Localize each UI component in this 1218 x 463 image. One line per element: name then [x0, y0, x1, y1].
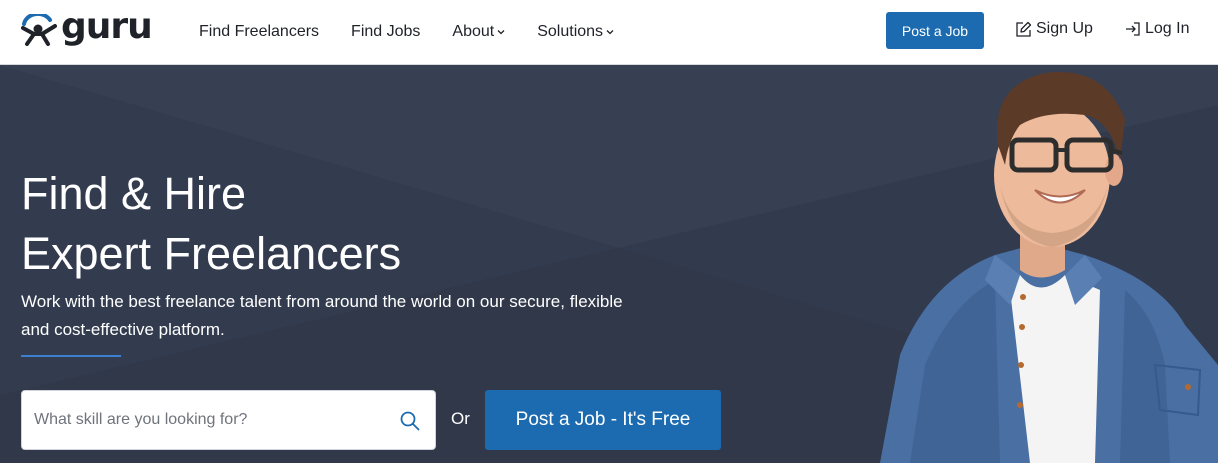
edit-icon [1016, 21, 1032, 37]
nav-label: Find Jobs [351, 23, 421, 40]
sign-up-link[interactable]: Sign Up [1015, 20, 1093, 38]
sign-up-label: Sign Up [1036, 20, 1093, 37]
nav-label: Solutions [537, 23, 604, 40]
hero-title-line1: Find & Hire [21, 168, 247, 219]
login-icon [1126, 22, 1140, 36]
chevron-down-icon [497, 30, 505, 35]
post-job-free-button[interactable]: Post a Job - It's Free [485, 390, 721, 450]
hero-title-line2: Expert Freelancers [21, 228, 402, 279]
guru-logo[interactable]: guru [20, 6, 155, 48]
nav-find-jobs[interactable]: Find Jobs [351, 23, 420, 41]
guru-logo-icon [21, 14, 57, 46]
nav-find-freelancers[interactable]: Find Freelancers [199, 23, 319, 41]
main-nav: Find Freelancers Find Jobs About Solutio… [199, 0, 646, 64]
log-in-link[interactable]: Log In [1125, 20, 1189, 38]
skill-search-box [21, 390, 436, 450]
hero-subtitle: Work with the best freelance talent from… [21, 292, 623, 339]
freelancer-photo [880, 71, 1218, 463]
post-job-button[interactable]: Post a Job [886, 12, 984, 49]
nav-about[interactable]: About [452, 23, 505, 41]
hero-title: Find & Hire Expert Freelancers [21, 164, 401, 284]
nav-solutions[interactable]: Solutions [537, 23, 614, 41]
chevron-down-icon [606, 30, 614, 35]
top-navigation-bar: guru Find Freelancers Find Jobs About So… [0, 0, 1218, 65]
search-icon[interactable] [400, 411, 420, 431]
hero-section: Find & Hire Expert Freelancers Work with… [0, 65, 1218, 463]
hero-divider [21, 355, 121, 357]
nav-label: About [452, 23, 495, 40]
or-label: Or [451, 409, 470, 428]
nav-label: Find Freelancers [199, 23, 320, 40]
log-in-label: Log In [1145, 20, 1190, 37]
logo-wordmark: guru [61, 6, 153, 47]
skill-search-input[interactable] [34, 400, 384, 440]
